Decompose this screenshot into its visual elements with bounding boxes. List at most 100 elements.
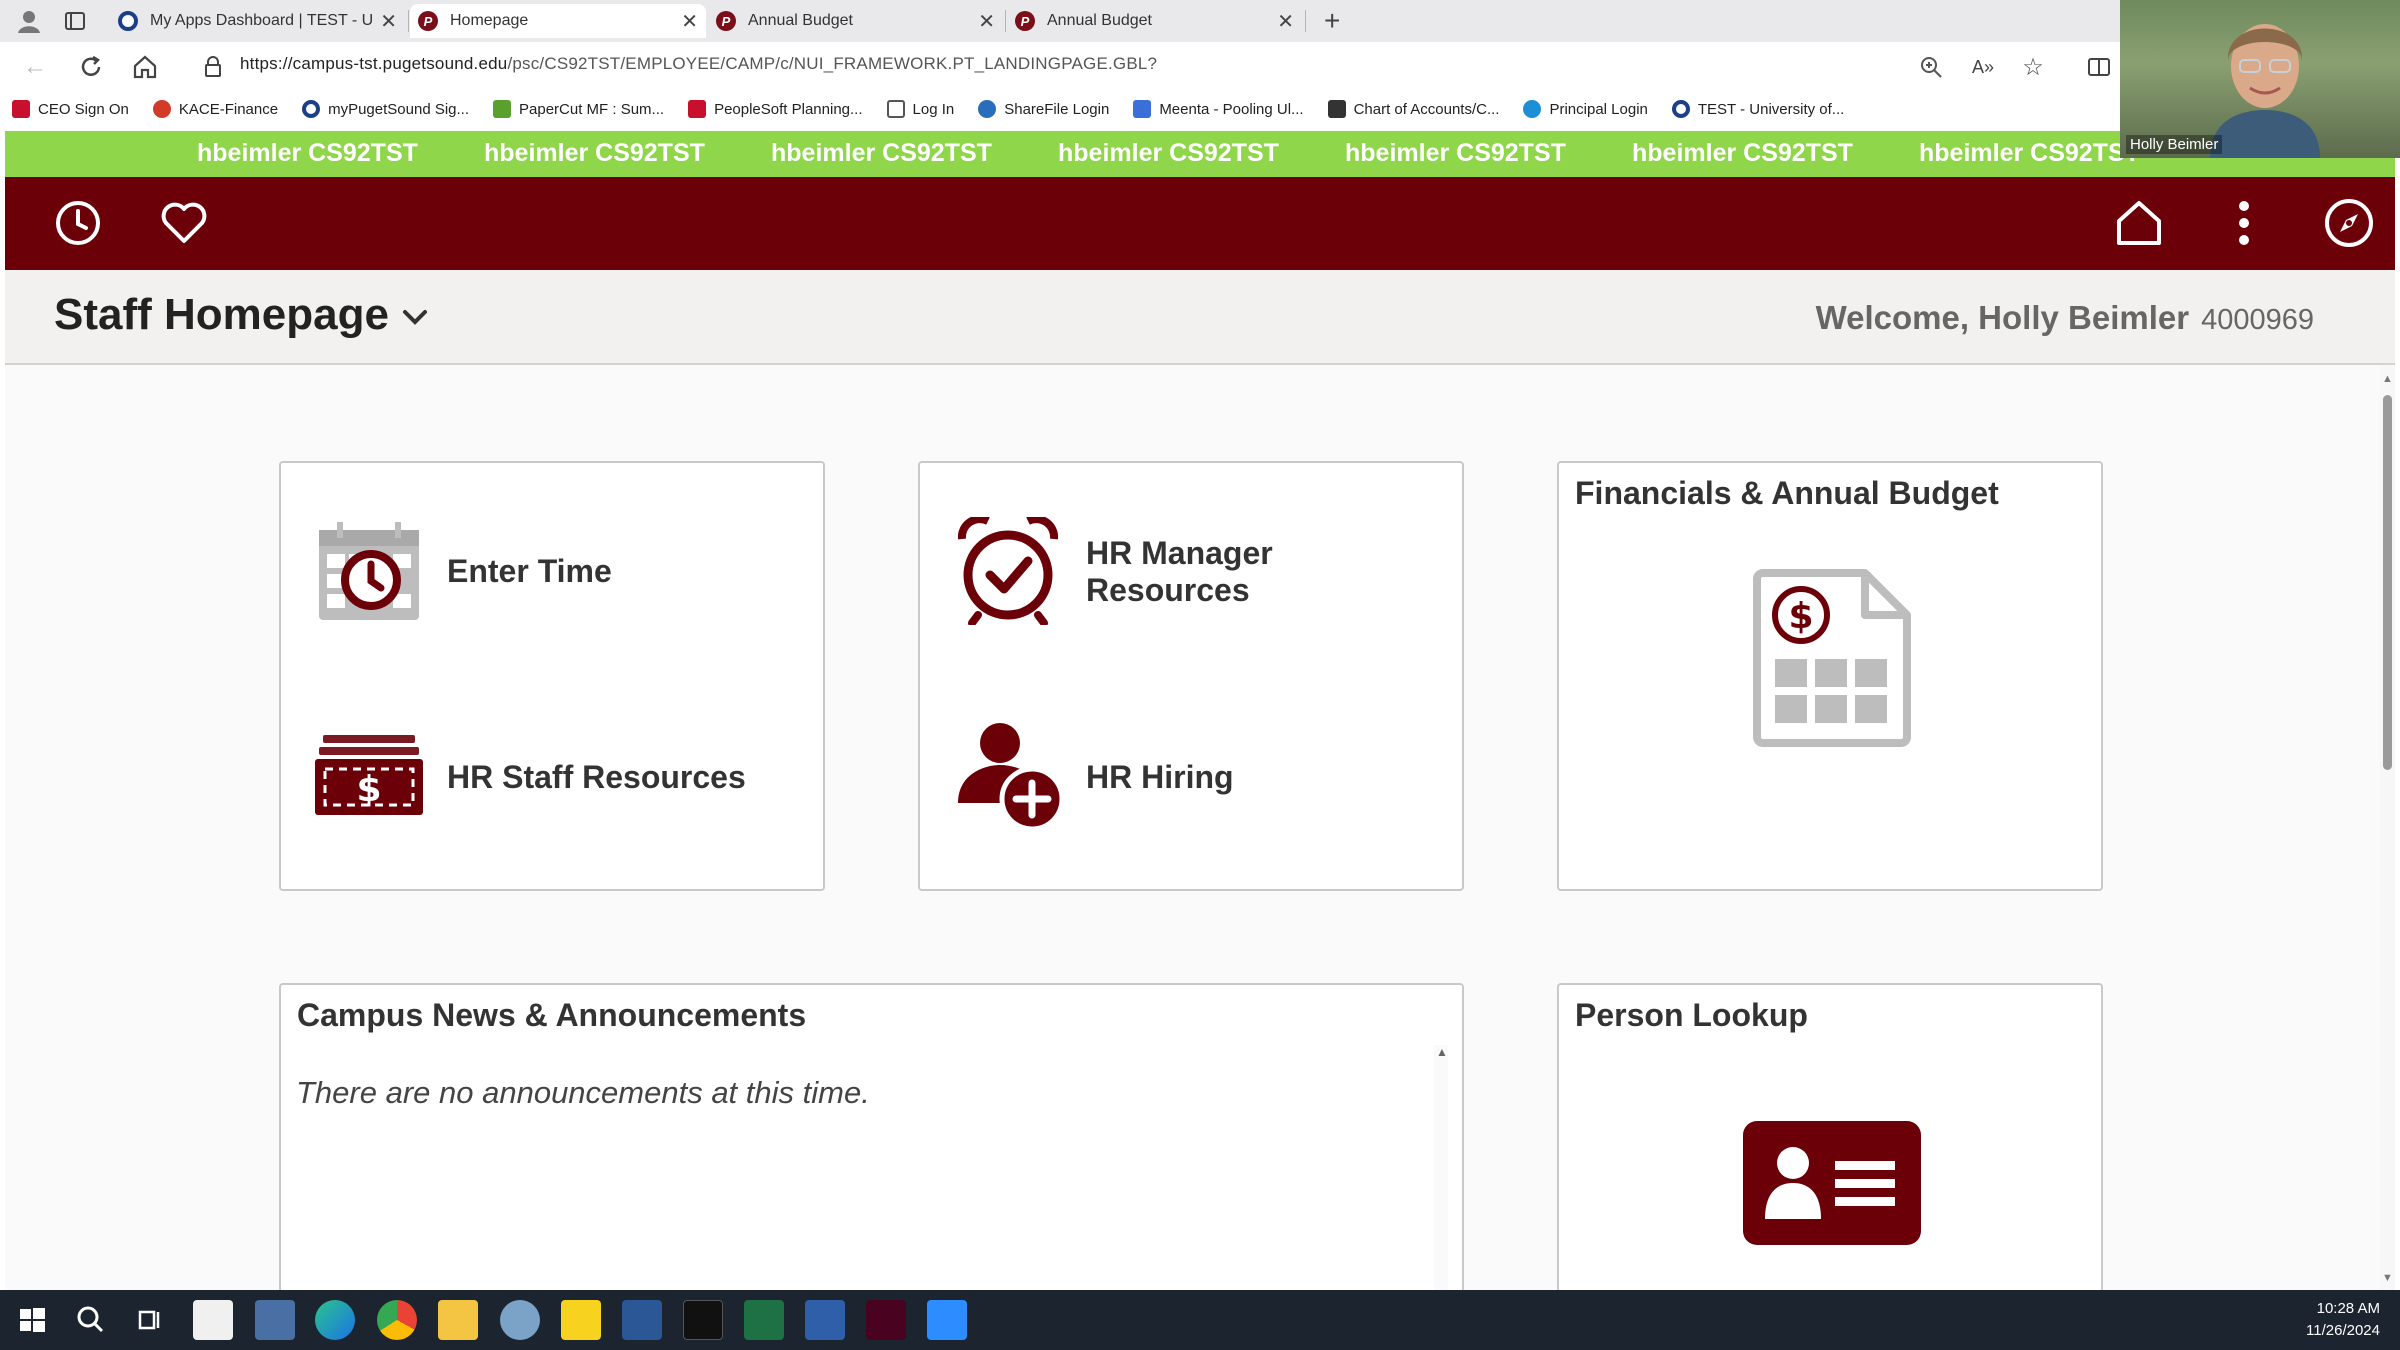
favorite-favicon-icon xyxy=(978,100,997,118)
hr-manager-resources-label: HR Manager Resources xyxy=(1086,535,1273,609)
page-icon xyxy=(886,100,905,118)
lock-icon[interactable] xyxy=(198,52,228,82)
recent-clock-icon[interactable] xyxy=(52,197,104,249)
edge-browser-icon[interactable] xyxy=(315,1300,355,1340)
close-icon[interactable]: ✕ xyxy=(380,9,397,34)
system-clock[interactable]: 10:28 AM 11/26/2024 xyxy=(2306,1298,2380,1342)
scroll-down-arrow-icon[interactable]: ▼ xyxy=(2382,1272,2393,1284)
tile-person-lookup[interactable]: Person Lookup xyxy=(1557,983,2103,1290)
browser-tab-active[interactable]: P Homepage ✕ xyxy=(410,4,706,38)
news-scrollbar[interactable]: ▲ xyxy=(1434,1045,1448,1290)
refresh-icon[interactable] xyxy=(76,52,106,82)
windows-taskbar: 10:28 AM 11/26/2024 xyxy=(0,1290,2400,1350)
banner-text: hbeimler CS92TST xyxy=(1919,139,2140,167)
tile-time-staff: Enter Time $ HR Staff Resources xyxy=(279,461,825,891)
tab-actions-icon[interactable] xyxy=(60,6,90,36)
banner-text: hbeimler CS92TST xyxy=(484,139,705,167)
scroll-up-arrow-icon[interactable]: ▲ xyxy=(2382,373,2393,385)
favorite-link[interactable]: KACE-Finance xyxy=(152,100,278,118)
chrome-browser-icon[interactable] xyxy=(377,1300,417,1340)
page-scrollbar[interactable]: ▲ ▼ xyxy=(2380,365,2395,1290)
add-person-icon xyxy=(958,723,1064,831)
favorite-link[interactable]: Principal Login xyxy=(1523,100,1648,118)
favorites-heart-icon[interactable] xyxy=(158,197,210,249)
favorite-label: Meenta - Pooling Ul... xyxy=(1159,100,1304,118)
svg-text:$: $ xyxy=(1788,596,1813,637)
page-title-bar: Staff Homepage Welcome, Holly Beimler 400… xyxy=(5,270,2395,365)
excel-app-icon[interactable] xyxy=(744,1300,784,1340)
outlook-app-icon[interactable] xyxy=(193,1300,233,1340)
favorite-label: ShareFile Login xyxy=(1004,100,1110,118)
favorite-star-icon[interactable]: ☆ xyxy=(2018,52,2048,82)
browser-tab[interactable]: P Annual Budget ✕ xyxy=(1007,4,1302,38)
svg-text:$: $ xyxy=(356,769,381,810)
back-icon[interactable]: ← xyxy=(20,52,50,82)
tab-title: Annual Budget xyxy=(1047,12,1152,29)
close-icon[interactable]: ✕ xyxy=(681,9,698,34)
enter-time-link[interactable]: Enter Time xyxy=(281,463,823,677)
close-icon[interactable]: ✕ xyxy=(1277,9,1294,34)
favorite-link[interactable]: PeopleSoft Planning... xyxy=(688,100,863,118)
favorite-favicon-icon xyxy=(1133,100,1152,118)
page-title[interactable]: Staff Homepage xyxy=(54,290,389,340)
favorite-link[interactable]: Meenta - Pooling Ul... xyxy=(1133,100,1304,118)
favorite-favicon-icon xyxy=(152,100,171,118)
hr-staff-resources-link[interactable]: $ HR Staff Resources xyxy=(281,677,823,889)
favorite-link[interactable]: PaperCut MF : Sum... xyxy=(493,100,664,118)
environment-banner: hbeimler CS92TST hbeimler CS92TST hbeiml… xyxy=(5,131,2395,177)
favorite-link[interactable]: myPugetSound Sig... xyxy=(302,100,469,118)
favorite-link[interactable]: TEST - University of... xyxy=(1671,100,1844,118)
profile-icon[interactable] xyxy=(14,6,44,36)
close-icon[interactable]: ✕ xyxy=(978,9,995,34)
home-icon[interactable] xyxy=(130,52,160,82)
favorite-link[interactable]: ShareFile Login xyxy=(978,100,1109,118)
task-view-icon[interactable] xyxy=(130,1300,170,1340)
tile-campus-news: Campus News & Announcements There are no… xyxy=(279,983,1464,1290)
chevron-down-icon[interactable] xyxy=(400,302,430,332)
sticky-notes-icon[interactable] xyxy=(561,1300,601,1340)
hr-manager-label-line2: Resources xyxy=(1086,572,1250,608)
tab-title: My Apps Dashboard | TEST - Univ xyxy=(150,12,373,29)
favorite-link[interactable]: Log In xyxy=(886,100,955,118)
home-icon[interactable] xyxy=(2113,197,2165,249)
user-id: 4000969 xyxy=(2201,304,2314,336)
visio-app-icon[interactable] xyxy=(805,1300,845,1340)
favorite-favicon-icon xyxy=(302,100,321,118)
favorite-link[interactable]: Chart of Accounts/C... xyxy=(1327,100,1499,118)
zoom-app-icon[interactable] xyxy=(927,1300,967,1340)
actions-menu-icon[interactable] xyxy=(2218,197,2270,249)
navigator-compass-icon[interactable] xyxy=(2323,197,2375,249)
okta-o-icon xyxy=(118,11,138,31)
banner-text: hbeimler CS92TST xyxy=(197,139,418,167)
peoplesoft-icon: P xyxy=(418,11,438,31)
url-field[interactable]: https://campus-tst.pugetsound.edu/psc/CS… xyxy=(240,54,1157,74)
browser-tab[interactable]: P Annual Budget ✕ xyxy=(708,4,1003,38)
scrollbar-thumb[interactable] xyxy=(2383,395,2392,770)
favorite-favicon-icon xyxy=(493,100,512,118)
calculator-app-icon[interactable] xyxy=(255,1300,295,1340)
app-icon[interactable] xyxy=(500,1300,540,1340)
windows-start-icon[interactable] xyxy=(12,1300,52,1340)
split-screen-icon[interactable] xyxy=(2084,52,2114,82)
tile-financials-annual-budget[interactable]: Financials & Annual Budget $ xyxy=(1557,461,2103,891)
read-aloud-icon[interactable]: A» xyxy=(1968,52,1998,82)
word-app-icon[interactable] xyxy=(622,1300,662,1340)
search-icon[interactable] xyxy=(70,1300,110,1340)
hr-hiring-label: HR Hiring xyxy=(1086,759,1234,795)
budget-document-icon: $ xyxy=(1753,569,1911,747)
browser-tab[interactable]: My Apps Dashboard | TEST - Univ ✕ xyxy=(110,4,405,38)
hr-hiring-link[interactable]: HR Hiring xyxy=(920,677,1462,889)
favorite-label: Log In xyxy=(912,100,955,118)
indesign-app-icon[interactable] xyxy=(866,1300,906,1340)
scroll-up-arrow-icon[interactable]: ▲ xyxy=(1436,1045,1448,1059)
favorite-link[interactable]: CEO Sign On xyxy=(12,100,129,118)
money-stack-icon: $ xyxy=(315,735,423,815)
person-lookup-title: Person Lookup xyxy=(1575,997,1808,1033)
file-explorer-icon[interactable] xyxy=(438,1300,478,1340)
campus-news-title[interactable]: Campus News & Announcements xyxy=(297,997,806,1034)
zoom-icon[interactable] xyxy=(1916,52,1946,82)
acrobat-app-icon[interactable] xyxy=(683,1300,723,1340)
hr-manager-resources-link[interactable]: HR Manager Resources xyxy=(920,463,1462,677)
new-tab-button[interactable]: + xyxy=(1316,4,1346,38)
url-path: /psc/CS92TST/EMPLOYEE/CAMP/c/NUI_FRAMEWO… xyxy=(507,54,1158,73)
